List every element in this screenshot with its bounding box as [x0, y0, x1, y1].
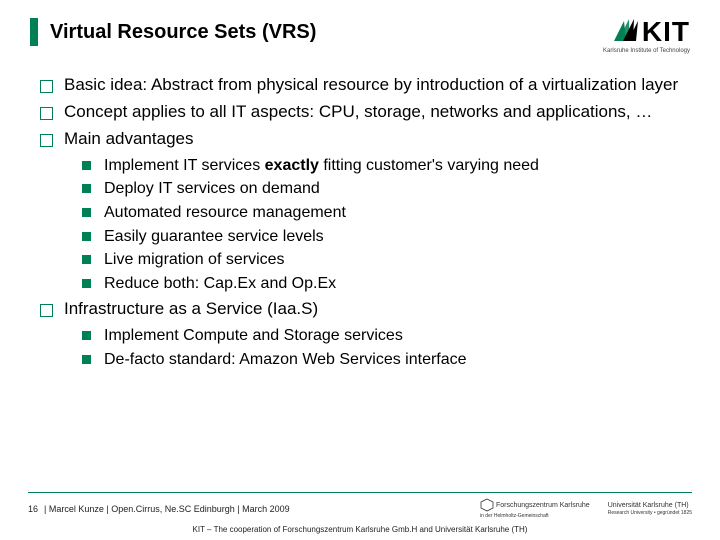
footer-logo-subtext: Research University • gegründet 1825 — [608, 510, 692, 516]
bullet-text: Live migration of services — [104, 251, 285, 268]
bullet-list: Basic idea: Abstract from physical resou… — [40, 74, 680, 371]
footer-bottom-text: KIT – The cooperation of Forschungszentr… — [0, 525, 720, 534]
bullet-text-bold: exactly — [265, 157, 319, 174]
bullet-text: Automated resource management — [104, 204, 346, 221]
kit-fan-icon — [614, 18, 640, 40]
bullet-text: Concept applies to all IT aspects: CPU, … — [64, 102, 652, 121]
footer-logos: Forschungszentrum Karlsruhe in der Helmh… — [480, 498, 692, 519]
sub-bullet-list: Implement IT services exactly fitting cu… — [82, 155, 680, 295]
footer-logo-subtext: in der Helmholtz-Gemeinschaft — [480, 513, 549, 519]
kit-logo-letters: KIT — [642, 16, 690, 47]
slide-header: Virtual Resource Sets (VRS) KIT Karlsruh… — [0, 0, 720, 62]
list-item: Infrastructure as a Service (Iaa.S) Impl… — [40, 298, 680, 370]
title-block: Virtual Resource Sets (VRS) — [30, 18, 603, 46]
list-item: Deploy IT services on demand — [82, 178, 680, 200]
list-item: Implement Compute and Storage services — [82, 325, 680, 347]
title-accent-bar — [30, 18, 38, 46]
sub-bullet-list: Implement Compute and Storage services D… — [82, 325, 680, 370]
bullet-text: Reduce both: Cap.Ex and Op.Ex — [104, 275, 336, 292]
footer-meta: | Marcel Kunze | Open.Cirrus, Ne.SC Edin… — [44, 504, 290, 514]
slide-title: Virtual Resource Sets (VRS) — [50, 21, 316, 44]
bullet-text: De-facto standard: Amazon Web Services i… — [104, 351, 467, 368]
list-item: Automated resource management — [82, 202, 680, 224]
list-item: Reduce both: Cap.Ex and Op.Ex — [82, 273, 680, 295]
list-item: De-facto standard: Amazon Web Services i… — [82, 349, 680, 371]
bullet-text: Main advantages — [64, 129, 193, 148]
list-item: Implement IT services exactly fitting cu… — [82, 155, 680, 177]
page-number: 16 — [28, 504, 38, 514]
slide-content: Basic idea: Abstract from physical resou… — [0, 62, 720, 371]
list-item: Easily guarantee service levels — [82, 226, 680, 248]
bullet-text: Easily guarantee service levels — [104, 228, 324, 245]
kit-logo-subtitle: Karlsruhe Institute of Technology — [603, 48, 690, 54]
bullet-text: Basic idea: Abstract from physical resou… — [64, 75, 678, 94]
list-item: Main advantages Implement IT services ex… — [40, 128, 680, 295]
slide-footer: 16 | Marcel Kunze | Open.Cirrus, Ne.SC E… — [0, 492, 720, 540]
bullet-text: Implement IT services — [104, 157, 265, 174]
footer-logo-fzk: Forschungszentrum Karlsruhe in der Helmh… — [480, 498, 590, 519]
list-item: Concept applies to all IT aspects: CPU, … — [40, 101, 680, 124]
footer-logo-text: Universität Karlsruhe (TH) — [608, 502, 689, 509]
footer-divider — [28, 492, 692, 493]
footer-logo-uni: Universität Karlsruhe (TH) Research Univ… — [608, 502, 692, 516]
footer-logo-text: Forschungszentrum Karlsruhe — [496, 502, 590, 509]
kit-logo-text: KIT — [614, 18, 690, 46]
bullet-text: Infrastructure as a Service (Iaa.S) — [64, 299, 318, 318]
bullet-text: Deploy IT services on demand — [104, 180, 320, 197]
bullet-text: Implement Compute and Storage services — [104, 327, 403, 344]
list-item: Live migration of services — [82, 249, 680, 271]
kit-logo: KIT Karlsruhe Institute of Technology — [603, 18, 690, 54]
list-item: Basic idea: Abstract from physical resou… — [40, 74, 680, 97]
bullet-text: fitting customer's varying need — [319, 157, 539, 174]
footer-meta-row: 16 | Marcel Kunze | Open.Cirrus, Ne.SC E… — [28, 498, 692, 519]
